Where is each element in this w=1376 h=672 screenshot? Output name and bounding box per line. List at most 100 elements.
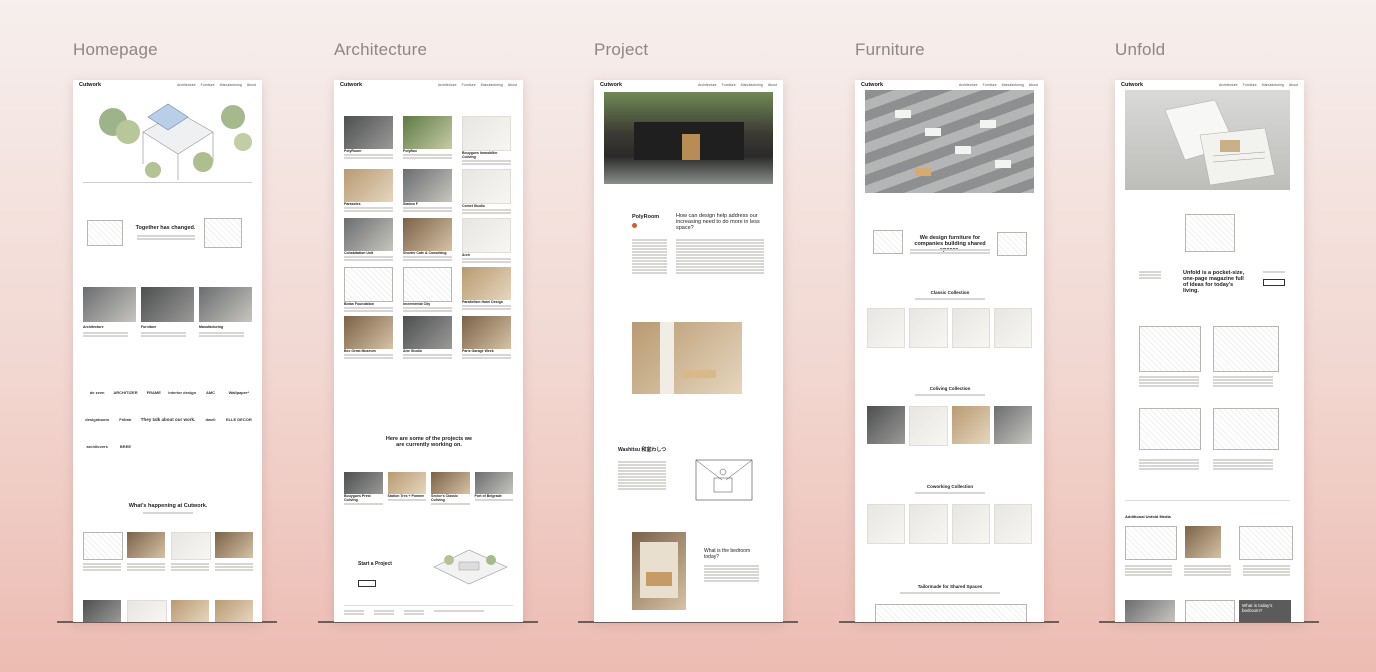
manufacturing-image[interactable] [199, 287, 252, 322]
nav-link[interactable]: Manufacturing [481, 83, 503, 87]
nav-link[interactable]: Furniture [1243, 83, 1257, 87]
start-project-button[interactable] [358, 580, 376, 587]
media-image[interactable] [1125, 600, 1175, 622]
furniture-image[interactable] [141, 287, 194, 322]
project-image[interactable] [462, 169, 511, 204]
project-card[interactable]: PolyBox [403, 116, 452, 166]
project-card[interactable]: Atre Studio [403, 316, 452, 360]
nav-link[interactable]: Manufacturing [741, 83, 763, 87]
nav-link[interactable]: Manufacturing [1002, 83, 1024, 87]
project-image[interactable] [403, 316, 452, 349]
callout-card[interactable]: What is today's bedroom? [1239, 600, 1291, 622]
nav-link[interactable]: Manufacturing [220, 83, 242, 87]
project-title[interactable]: PolyBox [403, 149, 452, 153]
section-label[interactable]: Architecture [83, 325, 104, 329]
nav-link[interactable]: Furniture [983, 83, 997, 87]
project-card[interactable]: Station F [403, 169, 452, 215]
product-card[interactable] [951, 308, 990, 348]
product-card[interactable] [909, 504, 948, 544]
site-logo[interactable]: Cutwork [861, 82, 883, 88]
project-image[interactable] [462, 116, 511, 151]
nav-link[interactable]: About [768, 83, 777, 87]
architecture-mockup[interactable]: Cutwork Architecture Furniture Manufactu… [334, 80, 523, 622]
project-image[interactable] [344, 218, 393, 251]
nav-link[interactable]: About [508, 83, 517, 87]
news-image[interactable] [83, 600, 121, 622]
product-card[interactable] [867, 308, 906, 348]
project-image[interactable] [344, 116, 393, 149]
product-card[interactable] [951, 406, 990, 444]
nav-link[interactable]: Manufacturing [1262, 83, 1284, 87]
current-project-card[interactable]: Bouygues Prest Coliving [344, 472, 383, 506]
section-label[interactable]: Manufacturing [199, 325, 223, 329]
homepage-mockup[interactable]: Cutwork Architecture Furniture Manufactu… [73, 80, 262, 622]
project-image[interactable] [344, 267, 393, 302]
project-title[interactable]: PolyRoom [344, 149, 393, 153]
project-title[interactable]: Arch [462, 253, 511, 257]
product-card[interactable] [909, 406, 948, 446]
project-title[interactable]: Shorter Cafe & Coworking [403, 251, 452, 255]
nav-link[interactable]: About [1029, 83, 1038, 87]
project-card[interactable]: Paris Garage Week [462, 316, 511, 360]
site-logo[interactable]: Cutwork [600, 82, 622, 88]
nav-link[interactable]: Architecture [177, 83, 196, 87]
nav-link[interactable]: Architecture [1219, 83, 1238, 87]
nav-link[interactable]: Architecture [438, 83, 457, 87]
project-title[interactable]: Bec Great Museum [344, 349, 393, 353]
nav-link[interactable]: Furniture [462, 83, 476, 87]
project-title[interactable]: Comet Studio [462, 204, 511, 208]
site-logo[interactable]: Cutwork [340, 82, 362, 88]
current-project-card[interactable]: Station Tres + Pomme [387, 472, 426, 506]
current-project-card[interactable]: Port of Belgrade [474, 472, 513, 506]
news-image[interactable] [127, 532, 165, 558]
project-title[interactable]: Botan Foundation [344, 302, 393, 306]
project-card[interactable]: Incremental City [403, 267, 452, 313]
project-title[interactable]: Parallelism Hotel Design [462, 300, 511, 304]
product-card[interactable] [993, 504, 1032, 544]
project-image[interactable] [403, 169, 452, 202]
current-project-card[interactable]: Sector's Classic Coliving [431, 472, 470, 506]
media-image[interactable] [1185, 600, 1235, 622]
product-card[interactable] [993, 308, 1032, 348]
furniture-mockup[interactable]: Cutwork Architecture Furniture Manufactu… [855, 80, 1044, 622]
project-image[interactable] [462, 267, 511, 300]
project-title[interactable]: Incremental City [403, 302, 452, 306]
project-title[interactable]: Parasoles [344, 202, 393, 206]
product-card[interactable] [867, 406, 906, 444]
product-card[interactable] [993, 406, 1032, 444]
project-image[interactable] [403, 116, 452, 149]
project-card[interactable]: Shorter Cafe & Coworking [403, 218, 452, 264]
project-title[interactable]: Bouygues Immobilier Coliving [462, 151, 511, 159]
nav-link[interactable]: About [1289, 83, 1298, 87]
news-image[interactable] [127, 600, 167, 622]
project-card[interactable]: Comet Studio [462, 169, 511, 215]
project-card[interactable]: Parasoles [344, 169, 393, 215]
project-card[interactable]: Cohabitation Unit [344, 218, 393, 264]
project-card[interactable]: PolyRoom [344, 116, 393, 166]
section-label[interactable]: Furniture [141, 325, 156, 329]
project-image[interactable] [344, 169, 393, 202]
news-image[interactable] [171, 532, 211, 560]
news-image[interactable] [215, 532, 253, 558]
media-image[interactable] [1185, 526, 1221, 558]
nav-link[interactable]: Architecture [698, 83, 717, 87]
project-title[interactable]: Atre Studio [403, 349, 452, 353]
project-image[interactable] [403, 267, 452, 302]
nav-link[interactable]: Furniture [722, 83, 736, 87]
project-image[interactable] [462, 218, 511, 253]
project-image[interactable] [403, 218, 452, 251]
architecture-image[interactable] [83, 287, 136, 322]
media-image[interactable] [1125, 526, 1177, 560]
product-card[interactable] [867, 504, 906, 544]
project-title[interactable]: Station F [403, 202, 452, 206]
product-card[interactable] [951, 504, 990, 544]
news-image[interactable] [215, 600, 253, 622]
subscribe-button[interactable] [1263, 279, 1285, 286]
project-card[interactable]: Parallelism Hotel Design [462, 267, 511, 313]
media-image[interactable] [1239, 526, 1293, 560]
nav-link[interactable]: About [247, 83, 256, 87]
site-logo[interactable]: Cutwork [1121, 82, 1143, 88]
project-image[interactable] [344, 316, 393, 349]
product-card[interactable] [909, 308, 948, 348]
project-title[interactable]: Paris Garage Week [462, 349, 511, 353]
